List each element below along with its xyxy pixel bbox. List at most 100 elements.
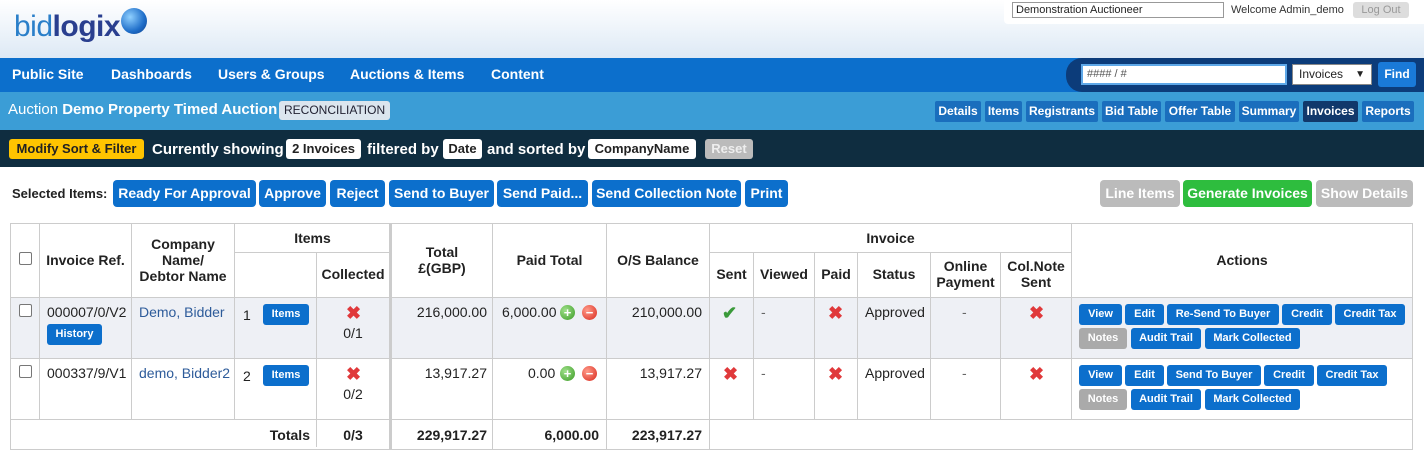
select-all-checkbox[interactable]: [19, 252, 32, 265]
company-link-1[interactable]: Demo, Bidder: [139, 304, 225, 320]
credit-tax-button-1[interactable]: Credit Tax: [1335, 304, 1405, 325]
generate-invoices-button[interactable]: Generate Invoices: [1183, 180, 1312, 207]
search-type-select[interactable]: Invoices ▼: [1292, 64, 1372, 85]
view-button-1[interactable]: View: [1079, 304, 1122, 325]
tab-details[interactable]: Details: [935, 101, 981, 122]
audit-trail-button-2[interactable]: Audit Trail: [1131, 389, 1201, 410]
search-input[interactable]: #### / #: [1081, 64, 1287, 85]
print-button[interactable]: Print: [745, 180, 788, 207]
check-icon: ✔: [722, 303, 738, 323]
row-checkbox-2[interactable]: [19, 365, 32, 378]
tab-summary[interactable]: Summary: [1239, 101, 1299, 122]
os-balance-1: 210,000.00: [631, 304, 702, 320]
header-os-balance[interactable]: O/S Balance: [607, 252, 709, 268]
reject-button[interactable]: Reject: [330, 180, 385, 207]
row-checkbox-1[interactable]: [19, 304, 32, 317]
mark-collected-button-2[interactable]: Mark Collected: [1205, 389, 1300, 410]
send-to-buyer-row-button-2[interactable]: Send To Buyer: [1167, 365, 1261, 386]
items-button-2[interactable]: Items: [263, 365, 309, 386]
row-divider: [11, 358, 1412, 359]
status-badge: RECONCILIATION: [279, 101, 391, 120]
header-invoice: Invoice: [866, 230, 915, 246]
tab-offer-table[interactable]: Offer Table: [1165, 101, 1235, 122]
collected-1: 0/1: [343, 325, 363, 341]
invoice-ref-1: 000007/0/V2: [47, 304, 127, 320]
tab-bid-table[interactable]: Bid Table: [1102, 101, 1161, 122]
send-paid-button[interactable]: Send Paid...: [497, 180, 588, 207]
items-button-1[interactable]: Items: [263, 304, 309, 325]
add-payment-icon[interactable]: +: [560, 305, 575, 320]
logo-text-bold: logix: [52, 10, 121, 43]
header-online-payment[interactable]: Online Payment: [931, 258, 1000, 290]
mark-collected-button-1[interactable]: Mark Collected: [1205, 328, 1300, 349]
logo-text-light: bid: [14, 10, 53, 43]
header-paid-total[interactable]: Paid Total: [493, 252, 606, 268]
nav-auctions-items[interactable]: Auctions & Items: [350, 58, 464, 92]
credit-button-1[interactable]: Credit: [1282, 304, 1332, 325]
edit-button-1[interactable]: Edit: [1125, 304, 1164, 325]
send-to-buyer-button[interactable]: Send to Buyer: [389, 180, 494, 207]
item-count-1: 1: [243, 307, 251, 323]
history-button[interactable]: History: [47, 324, 102, 345]
find-button[interactable]: Find: [1378, 62, 1416, 87]
send-collection-note-button[interactable]: Send Collection Note: [592, 180, 741, 207]
filter-count-pill: 2 Invoices: [286, 139, 361, 159]
ready-for-approval-button[interactable]: Ready For Approval: [113, 180, 256, 207]
notes-button-1[interactable]: Notes: [1079, 328, 1127, 349]
edit-button-2[interactable]: Edit: [1125, 365, 1164, 386]
header-total[interactable]: Total £(GBP): [392, 244, 492, 276]
header-company[interactable]: Company Name/Debtor Name: [132, 236, 234, 284]
resend-to-buyer-button-1[interactable]: Re-Send To Buyer: [1167, 304, 1279, 325]
remove-payment-icon[interactable]: −: [582, 305, 597, 320]
view-button-2[interactable]: View: [1079, 365, 1122, 386]
auctioneer-select[interactable]: Demonstration Auctioneer: [1012, 2, 1224, 18]
credit-button-2[interactable]: Credit: [1264, 365, 1314, 386]
header-company-line3: Debtor Name: [139, 268, 227, 284]
nav-public-site[interactable]: Public Site: [12, 58, 84, 92]
cross-icon: ✖: [828, 364, 844, 384]
header-colnote-line1: Col.Note: [1007, 258, 1065, 274]
logo-orb-icon: [121, 8, 148, 34]
modify-sort-filter-button[interactable]: Modify Sort & Filter: [9, 139, 144, 159]
welcome-text: Welcome Admin_demo: [1231, 4, 1344, 16]
line-items-button[interactable]: Line Items: [1100, 180, 1180, 207]
chevron-down-icon: ▼: [1355, 69, 1365, 80]
header-viewed[interactable]: Viewed: [754, 266, 814, 282]
logout-button[interactable]: Log Out: [1353, 2, 1409, 18]
nav-dashboards[interactable]: Dashboards: [111, 58, 192, 92]
collected-2: 0/2: [343, 386, 363, 402]
nav-users-groups[interactable]: Users & Groups: [218, 58, 325, 92]
header-colnote-sent[interactable]: Col.Note Sent: [1001, 258, 1071, 290]
tab-invoices[interactable]: Invoices: [1303, 101, 1358, 122]
header-sent[interactable]: Sent: [710, 266, 753, 282]
tab-registrants[interactable]: Registrants: [1026, 101, 1098, 122]
totals-total: 229,917.27: [416, 427, 487, 443]
add-payment-icon[interactable]: +: [560, 366, 575, 381]
reset-button[interactable]: Reset: [705, 139, 753, 159]
cross-icon: ✖: [1029, 303, 1045, 323]
company-link-2[interactable]: demo, Bidder2: [139, 365, 230, 381]
tab-items[interactable]: Items: [985, 101, 1022, 122]
header-collected[interactable]: Collected: [317, 266, 389, 282]
auction-name: Demo Property Timed Auction: [62, 101, 278, 118]
show-details-button[interactable]: Show Details: [1316, 180, 1413, 207]
header-status[interactable]: Status: [858, 266, 930, 282]
cross-icon: ✖: [828, 303, 844, 323]
invoice-ref-2: 000337/9/V1: [47, 365, 127, 381]
header-invoice-ref[interactable]: Invoice Ref.: [40, 252, 131, 268]
tab-reports[interactable]: Reports: [1362, 101, 1414, 122]
header-total-line1: Total: [425, 244, 459, 260]
selected-items-label: Selected Items:: [12, 186, 108, 201]
item-count-2: 2: [243, 368, 251, 384]
notes-button-2[interactable]: Notes: [1079, 389, 1127, 410]
header-paid[interactable]: Paid: [815, 266, 857, 282]
bidlogix-logo[interactable]: bidlogix: [14, 8, 148, 44]
total-2: 13,917.27: [424, 365, 487, 381]
approve-button[interactable]: Approve: [259, 180, 326, 207]
credit-tax-button-2[interactable]: Credit Tax: [1317, 365, 1387, 386]
header-actions: Actions: [1216, 252, 1268, 268]
audit-trail-button-1[interactable]: Audit Trail: [1131, 328, 1201, 349]
items-header-divider: [234, 252, 389, 253]
remove-payment-icon[interactable]: −: [582, 366, 597, 381]
nav-content[interactable]: Content: [491, 58, 544, 92]
